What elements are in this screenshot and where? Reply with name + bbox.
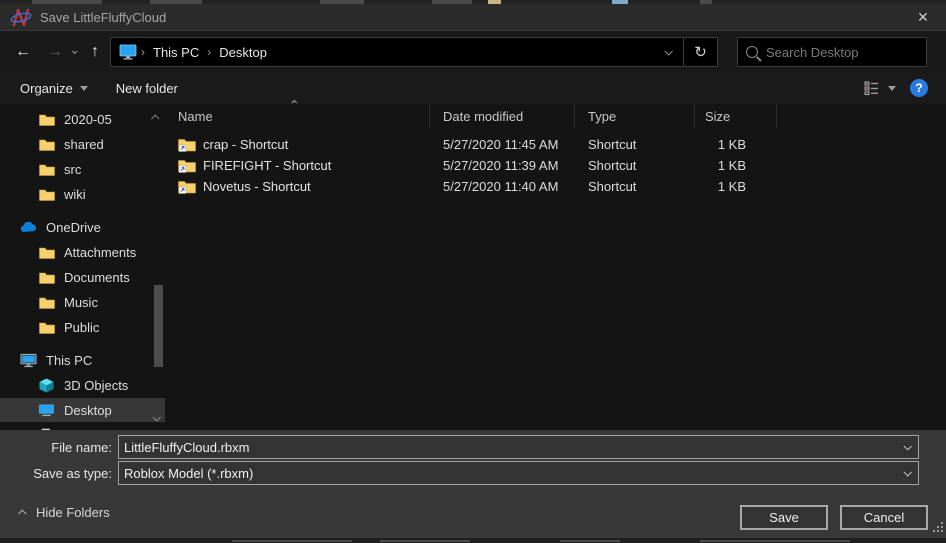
navigation-bar: ← → ↑ › This PC › Desktop ↻ xyxy=(0,30,946,72)
refresh-icon[interactable]: ↻ xyxy=(683,38,717,66)
sidebar-scroll-down-icon[interactable] xyxy=(153,408,159,426)
this-pc-icon xyxy=(20,353,37,368)
cube-icon xyxy=(38,378,55,393)
file-name-dropdown-icon[interactable] xyxy=(903,442,911,450)
folder-icon xyxy=(38,321,55,334)
sidebar-item-music[interactable]: Music xyxy=(0,290,165,314)
sidebar-item-documents[interactable]: Documents xyxy=(0,265,165,289)
shortcut-folder-icon xyxy=(178,158,196,173)
hide-folders-button[interactable]: Hide Folders xyxy=(20,505,110,520)
save-button[interactable]: Save xyxy=(740,505,828,530)
address-bar[interactable]: › This PC › Desktop ↻ xyxy=(110,37,718,67)
breadcrumb-desktop[interactable]: Desktop xyxy=(213,45,273,60)
save-as-type-dropdown-icon[interactable] xyxy=(903,468,911,476)
file-name-label: File name: xyxy=(0,440,118,455)
shortcut-folder-icon xyxy=(178,137,196,152)
folder-icon xyxy=(38,138,55,151)
folder-icon xyxy=(38,246,55,259)
view-mode-button[interactable] xyxy=(864,81,896,95)
this-pc-icon xyxy=(117,43,139,61)
column-header-date[interactable]: Date modified xyxy=(430,104,575,128)
save-controls-panel: File name: Save as type: Roblox Model (*… xyxy=(0,430,946,538)
folder-icon xyxy=(38,113,55,126)
sidebar-item-public[interactable]: Public xyxy=(0,315,165,339)
sidebar-scrollbar-thumb[interactable] xyxy=(154,285,163,367)
file-name-combobox[interactable] xyxy=(118,435,919,459)
save-as-type-select[interactable]: Roblox Model (*.rbxm) xyxy=(118,461,919,485)
sidebar-item-documents-pc[interactable]: Documents xyxy=(0,423,165,430)
onedrive-icon xyxy=(20,222,37,233)
folder-icon xyxy=(38,296,55,309)
column-headers: Name Date modified Type Size xyxy=(165,104,946,128)
search-icon xyxy=(746,46,758,58)
search-input[interactable] xyxy=(766,45,906,60)
background-window-bottom-sliver xyxy=(0,538,946,543)
column-header-size[interactable]: Size xyxy=(695,104,777,128)
recent-locations-icon[interactable] xyxy=(66,39,82,65)
window-title: Save LittleFluffyCloud xyxy=(40,10,166,25)
file-row-crap[interactable]: crap - Shortcut 5/27/2020 11:45 AM Short… xyxy=(165,134,946,155)
file-row-novetus[interactable]: Novetus - Shortcut 5/27/2020 11:40 AM Sh… xyxy=(165,176,946,197)
column-header-name[interactable]: Name xyxy=(165,104,430,128)
sidebar-item-2020-05[interactable]: 2020-05 xyxy=(0,107,165,131)
save-as-type-value: Roblox Model (*.rbxm) xyxy=(119,466,253,481)
sidebar-item-wiki[interactable]: wiki xyxy=(0,182,165,206)
organize-button[interactable]: Organize xyxy=(0,72,102,104)
resize-grip[interactable] xyxy=(929,518,943,532)
sidebar-item-attachments[interactable]: Attachments xyxy=(0,240,165,264)
sidebar-item-3d-objects[interactable]: 3D Objects xyxy=(0,373,165,397)
sidebar-scroll-up-icon[interactable] xyxy=(153,108,159,126)
titlebar: Save LittleFluffyCloud ✕ xyxy=(0,4,946,30)
search-box[interactable] xyxy=(737,37,927,67)
sidebar-item-this-pc[interactable]: This PC xyxy=(0,348,165,372)
file-row-firefight[interactable]: FIREFIGHT - Shortcut 5/27/2020 11:39 AM … xyxy=(165,155,946,176)
folder-icon xyxy=(38,271,55,284)
save-as-type-label: Save as type: xyxy=(0,466,118,481)
shortcut-folder-icon xyxy=(178,179,196,194)
details-view-icon xyxy=(864,81,880,95)
novetus-app-icon xyxy=(10,8,32,27)
desktop-icon xyxy=(38,403,55,417)
close-icon[interactable]: ✕ xyxy=(906,4,940,30)
command-toolbar: Organize New folder ? xyxy=(0,72,946,104)
organize-dropdown-icon xyxy=(80,86,88,91)
view-mode-dropdown-icon xyxy=(888,86,896,91)
cancel-button[interactable]: Cancel xyxy=(840,505,928,530)
column-header-type[interactable]: Type xyxy=(575,104,695,128)
file-list: Name Date modified Type Size crap - Shor… xyxy=(165,104,946,430)
file-name-input[interactable] xyxy=(119,440,879,455)
breadcrumb-chevron-icon: › xyxy=(139,45,147,59)
sidebar-item-desktop[interactable]: Desktop xyxy=(0,398,165,422)
save-dialog-window: Save LittleFluffyCloud ✕ ← → ↑ › This PC… xyxy=(0,0,946,543)
folder-icon xyxy=(38,163,55,176)
chevron-up-icon xyxy=(18,509,26,517)
address-dropdown-icon[interactable] xyxy=(653,38,683,66)
help-icon[interactable]: ? xyxy=(910,79,928,97)
back-button[interactable]: ← xyxy=(10,39,36,65)
sidebar-item-onedrive[interactable]: OneDrive xyxy=(0,215,165,239)
sidebar-item-src[interactable]: src xyxy=(0,157,165,181)
up-button[interactable]: ↑ xyxy=(82,39,108,65)
breadcrumb-this-pc[interactable]: This PC xyxy=(147,45,205,60)
breadcrumb-chevron-icon: › xyxy=(205,45,213,59)
new-folder-button[interactable]: New folder xyxy=(102,72,192,104)
sidebar-item-shared[interactable]: shared xyxy=(0,132,165,156)
folder-icon xyxy=(38,188,55,201)
main-content: 2020-05 shared src wiki OneDrive Attachm… xyxy=(0,104,946,430)
forward-button[interactable]: → xyxy=(42,39,68,65)
navigation-pane: 2020-05 shared src wiki OneDrive Attachm… xyxy=(0,104,165,430)
